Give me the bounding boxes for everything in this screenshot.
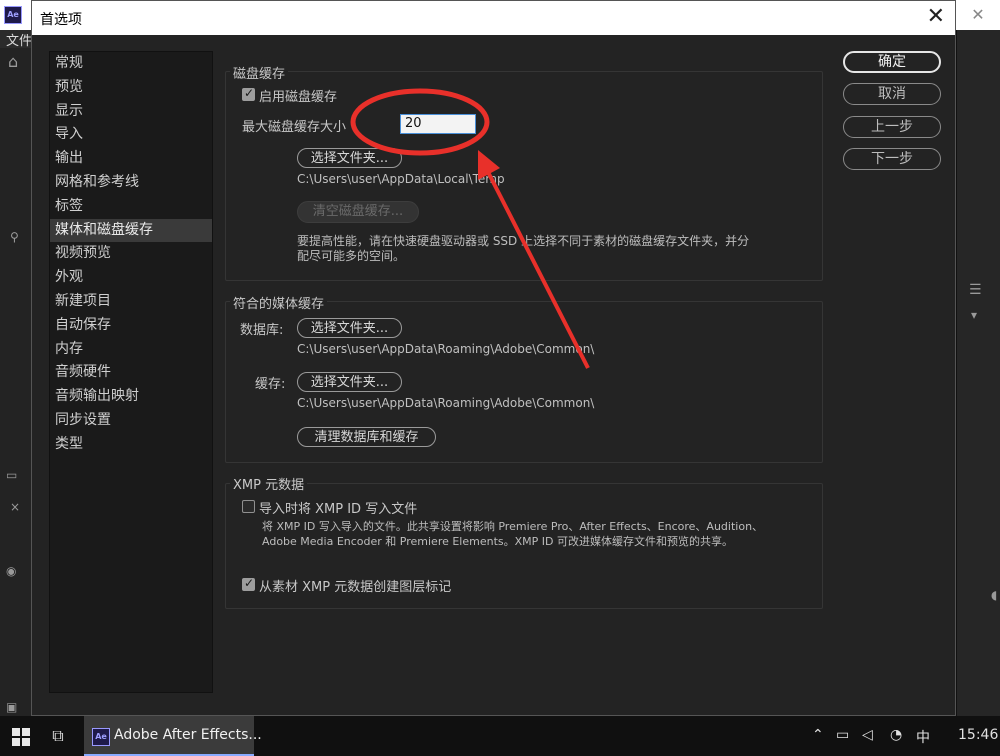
clean-database-cache-button[interactable]: 清理数据库和缓存 <box>297 427 436 447</box>
dialog-close-icon[interactable]: ✕ <box>927 5 945 29</box>
eye-icon[interactable]: ◉ <box>6 564 16 578</box>
write-xmp-id-checkbox[interactable] <box>242 500 255 513</box>
dialog-titlebar: 首选项 ✕ <box>32 1 955 35</box>
xmp-desc-line1: 将 XMP ID 写入导入的文件。此共享设置将影响 Premiere Pro、A… <box>262 520 764 533</box>
audio-icon[interactable]: ◖ <box>991 588 997 602</box>
dropdown-icon[interactable]: ▾ <box>971 308 977 322</box>
taskbar-clock[interactable]: 15:46 <box>958 727 998 743</box>
cache-path: C:\Users\user\AppData\Roaming\Adobe\Comm… <box>297 396 595 410</box>
write-xmp-id-label: 导入时将 XMP ID 写入文件 <box>259 502 418 517</box>
database-label: 数据库: <box>240 323 284 338</box>
max-disk-cache-input[interactable]: 20 <box>400 114 476 134</box>
sidebar-item[interactable]: 同步设置 <box>50 409 212 433</box>
task-view-icon[interactable]: ⧉ <box>48 726 68 746</box>
disk-cache-path: C:\Users\user\AppData\Local\Temp <box>297 172 505 186</box>
enable-disk-cache-label: 启用磁盘缓存 <box>259 90 338 105</box>
xmp-title: XMP 元数据 <box>230 474 308 493</box>
cancel-button[interactable]: 取消 <box>843 83 941 105</box>
background-right-panel: ☰ ▾ ◖ <box>956 30 1000 716</box>
tray-speaker-icon[interactable]: ◁ <box>862 727 873 743</box>
home-icon[interactable]: ⌂ <box>8 52 18 71</box>
sidebar-item[interactable]: 标签 <box>50 195 212 219</box>
tray-network-icon[interactable]: ◔ <box>890 727 902 743</box>
sidebar-item[interactable]: 输出 <box>50 147 212 171</box>
disk-cache-hint-line2: 配尽可能多的空间。 <box>297 249 406 263</box>
taskbar-ae-app[interactable]: Ae Adobe After Effects... <box>84 716 262 756</box>
ae-app-icon: Ae <box>92 728 110 746</box>
sidebar-item[interactable]: 网格和参考线 <box>50 171 212 195</box>
disk-cache-choose-folder-button[interactable]: 选择文件夹... <box>297 148 402 168</box>
sidebar-item[interactable]: 外观 <box>50 266 212 290</box>
next-button[interactable]: 下一步 <box>843 148 941 170</box>
background-menu-file[interactable]: 文件 <box>6 30 32 49</box>
background-left-panel: ⌂ ⚲ ▭ × ◉ ▣ <box>0 48 33 716</box>
disk-cache-hint-line1: 要提高性能，请在快速硬盘驱动器或 SSD 上选择不同于素材的磁盘缓存文件夹，并分 <box>297 234 750 248</box>
search-icon[interactable]: ⚲ <box>10 230 19 244</box>
create-layer-markers-checkbox[interactable] <box>242 576 255 591</box>
max-disk-cache-label: 最大磁盘缓存大小 <box>242 120 347 135</box>
tray-monitor-icon[interactable]: ▭ <box>836 727 849 743</box>
sidebar-item[interactable]: 视频预览 <box>50 242 212 266</box>
cache-choose-folder-button[interactable]: 选择文件夹... <box>297 372 402 392</box>
taskbar: ⧉ Ae Adobe After Effects... ⌃ ▭ ◁ ◔ 中 15… <box>0 716 1000 756</box>
media-cache-title: 符合的媒体缓存 <box>230 293 328 312</box>
sidebar-item[interactable]: 音频输出映射 <box>50 385 212 409</box>
cache-label: 缓存: <box>255 377 286 392</box>
sidebar-item[interactable]: 显示 <box>50 100 212 124</box>
sidebar-item[interactable]: 媒体和磁盘缓存 <box>50 218 212 243</box>
sidebar-item[interactable]: 新建项目 <box>50 290 212 314</box>
tray-up-icon[interactable]: ⌃ <box>812 727 824 743</box>
preferences-content: 磁盘缓存 启用磁盘缓存 最大磁盘缓存大小 20 选择文件夹... C:\User… <box>225 51 825 691</box>
previous-button[interactable]: 上一步 <box>843 116 941 138</box>
background-close-icon[interactable]: ✕ <box>956 0 1000 30</box>
menu-icon[interactable]: ☰ <box>969 282 982 298</box>
create-layer-markers-label: 从素材 XMP 元数据创建图层标记 <box>259 580 452 595</box>
sidebar-item[interactable]: 自动保存 <box>50 314 212 338</box>
sidebar-item[interactable]: 常规 <box>50 52 212 76</box>
layers-icon[interactable]: ▣ <box>6 700 17 714</box>
enable-disk-cache-checkbox[interactable] <box>242 86 255 101</box>
ae-logo-icon: Ae <box>4 6 22 24</box>
sidebar-item[interactable]: 音频硬件 <box>50 361 212 385</box>
sidebar-item[interactable]: 内存 <box>50 338 212 362</box>
sidebar-item[interactable]: 类型 <box>50 433 212 457</box>
preferences-dialog: 首选项 ✕ 常规 预览 显示 导入 输出 网格和参考线 标签 媒体和磁盘缓存 视频预览 外观 新建项… <box>31 0 956 716</box>
disk-cache-title: 磁盘缓存 <box>230 63 289 82</box>
database-path: C:\Users\user\AppData\Roaming\Adobe\Comm… <box>297 342 595 356</box>
sidebar-item[interactable]: 导入 <box>50 123 212 147</box>
database-choose-folder-button[interactable]: 选择文件夹... <box>297 318 402 338</box>
clear-disk-cache-button[interactable]: 清空磁盘缓存... <box>297 201 419 223</box>
windows-start-icon[interactable] <box>12 728 30 746</box>
xmp-desc-line2: Adobe Media Encoder 和 Premiere Elements。… <box>262 535 734 548</box>
composition-icon[interactable]: ▭ <box>6 468 17 482</box>
tray-ime-icon[interactable]: 中 <box>916 727 930 747</box>
dialog-title: 首选项 <box>40 12 82 28</box>
sidebar-item[interactable]: 预览 <box>50 76 212 100</box>
taskbar-app-label: Adobe After Effects... <box>114 727 262 743</box>
close-icon[interactable]: × <box>10 500 20 514</box>
ok-button[interactable]: 确定 <box>843 51 941 73</box>
preferences-sidebar: 常规 预览 显示 导入 输出 网格和参考线 标签 媒体和磁盘缓存 视频预览 外观 新建项目 自动保存内… <box>49 51 213 693</box>
